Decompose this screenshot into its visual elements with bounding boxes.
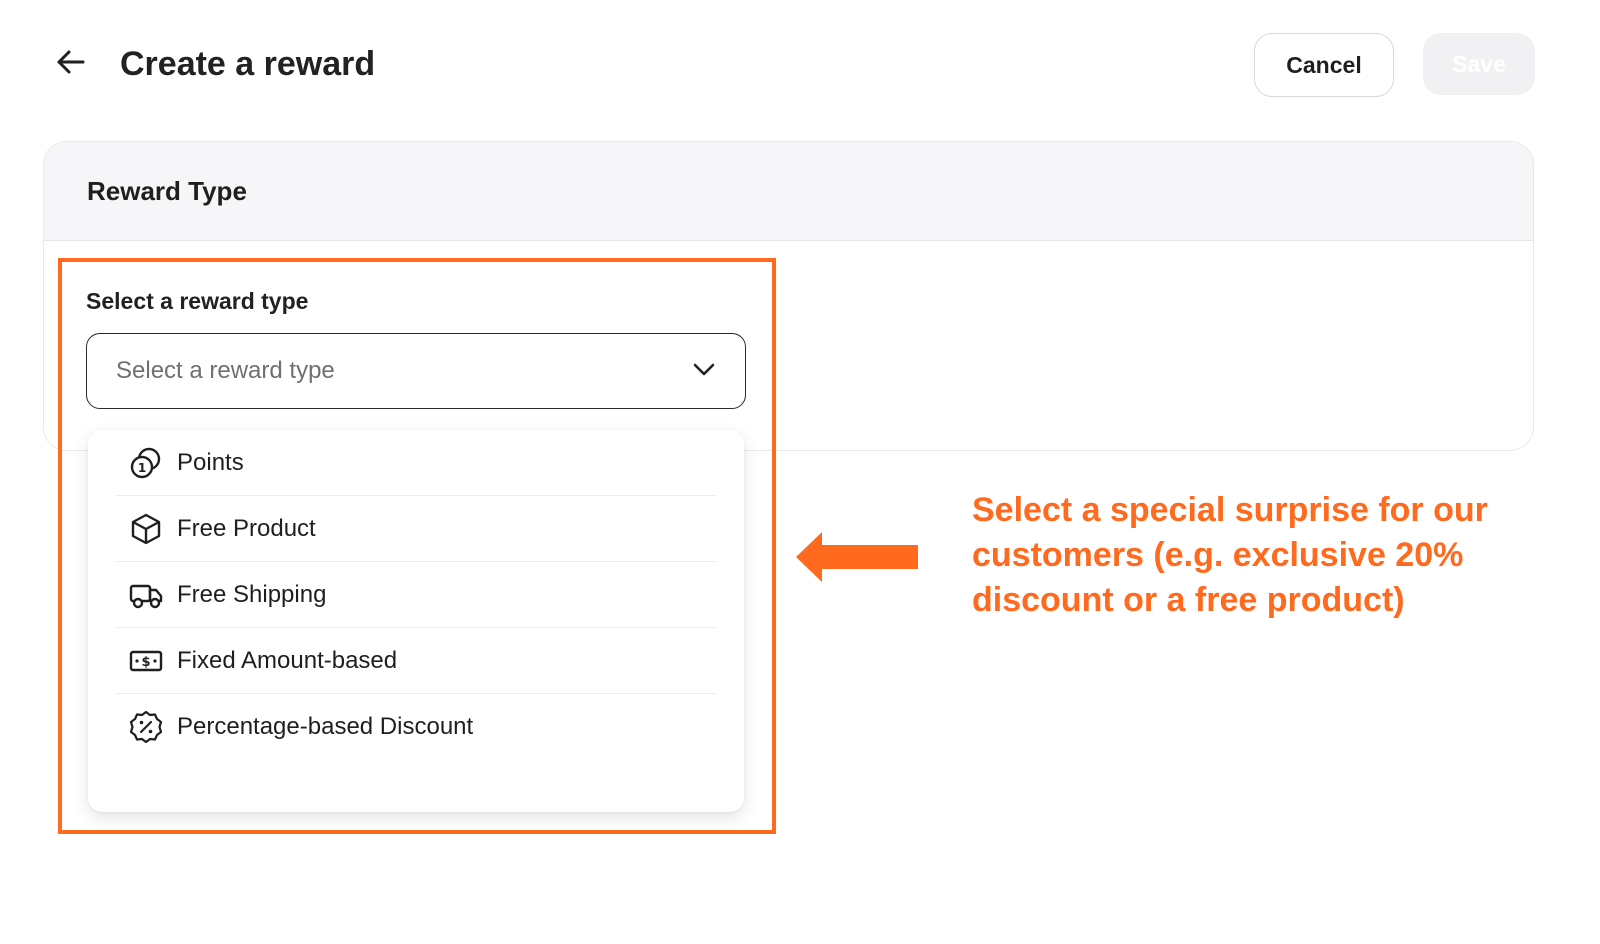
option-label: Free Shipping	[177, 580, 327, 608]
option-label: Percentage-based Discount	[177, 713, 474, 740]
reward-type-select[interactable]: Select a reward type	[86, 333, 746, 409]
option-label: Free Product	[177, 514, 316, 542]
truck-icon	[128, 577, 164, 613]
chevron-down-icon	[691, 356, 717, 387]
option-free-product[interactable]: Free Product	[116, 496, 716, 562]
option-label: Points	[177, 448, 244, 476]
back-button[interactable]	[50, 44, 90, 84]
page-title: Create a reward	[120, 45, 376, 83]
box-icon	[128, 511, 164, 547]
option-label: Fixed Amount-based	[177, 646, 398, 674]
reward-type-dropdown: 1 Points Free Product Free Shipping $ Fi…	[88, 430, 744, 812]
percent-badge-icon	[128, 709, 164, 745]
annotation-text: Select a special surprise for our custom…	[972, 491, 1488, 619]
coins-icon: 1	[128, 445, 164, 481]
svg-text:$: $	[141, 655, 150, 670]
cash-icon: $	[128, 643, 164, 679]
arrow-left-icon	[53, 45, 87, 84]
save-button[interactable]: Save	[1423, 33, 1535, 95]
card-header: Reward Type	[44, 142, 1533, 241]
svg-text:1: 1	[138, 461, 146, 475]
cancel-button[interactable]: Cancel	[1254, 33, 1394, 97]
option-points[interactable]: 1 Points	[116, 430, 716, 496]
card-title: Reward Type	[87, 175, 247, 206]
reward-type-label: Select a reward type	[86, 288, 309, 314]
option-fixed-amount[interactable]: $ Fixed Amount-based	[116, 628, 716, 694]
arrow-pointer-icon	[796, 532, 918, 582]
select-placeholder: Select a reward type	[116, 357, 335, 384]
option-free-shipping[interactable]: Free Shipping	[116, 562, 716, 628]
option-percentage-discount[interactable]: Percentage-based Discount	[116, 694, 716, 760]
